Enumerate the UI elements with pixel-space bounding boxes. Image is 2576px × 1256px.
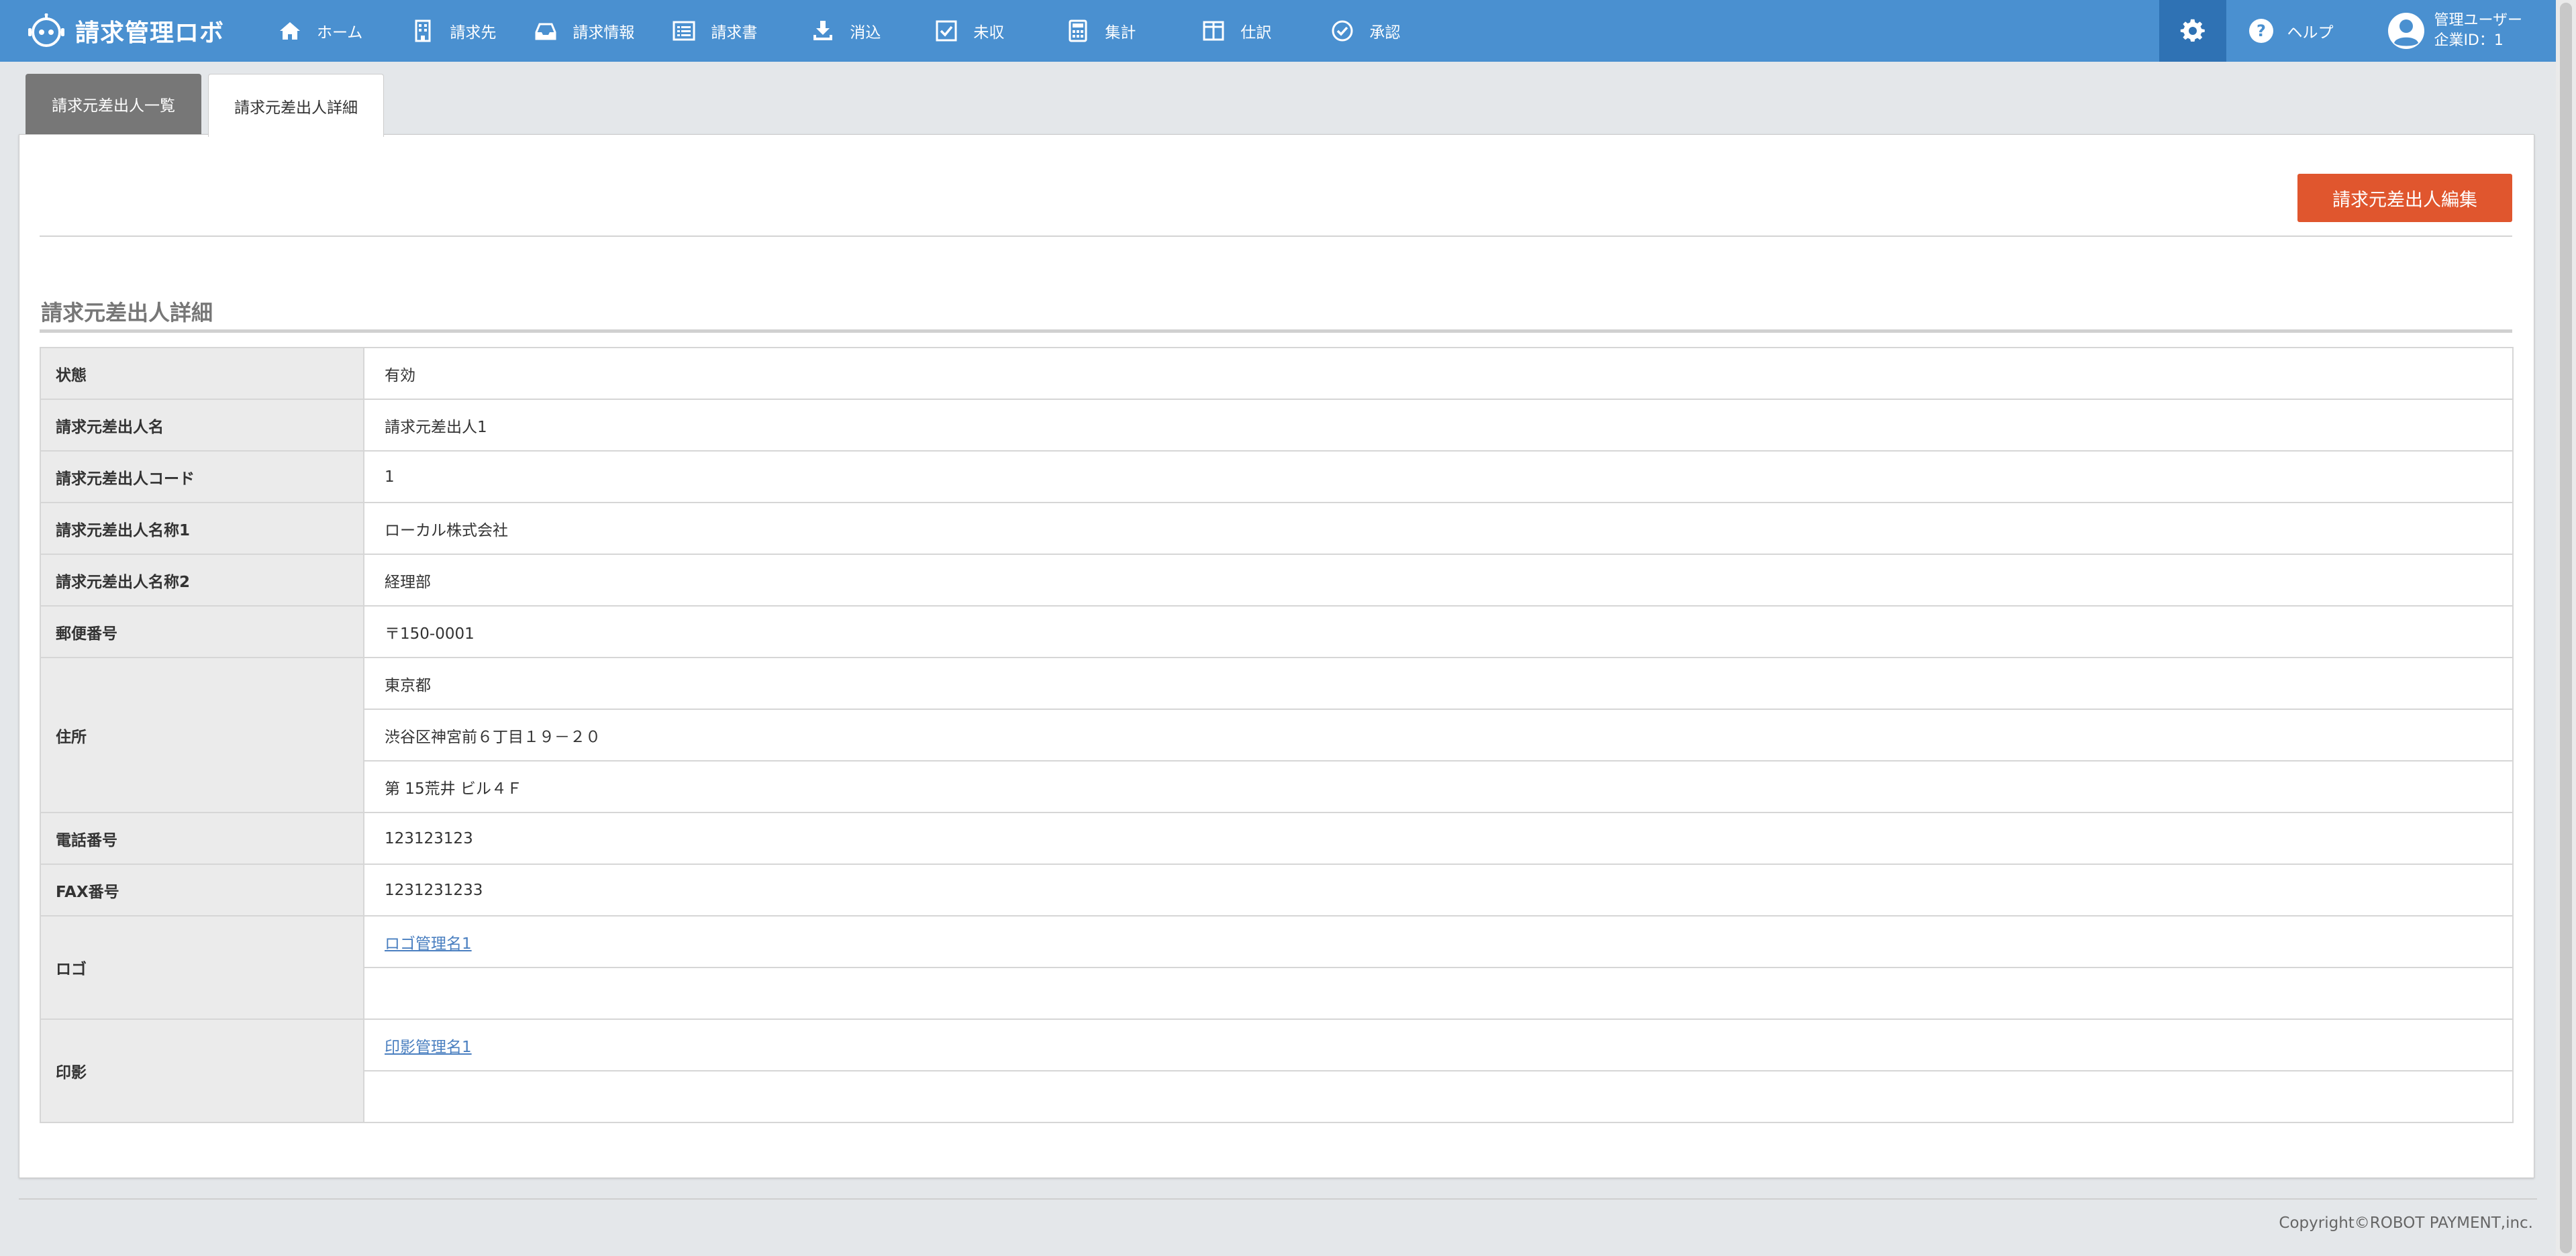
settings-button[interactable] [2159, 0, 2227, 62]
row-label-zip: 郵便番号 [40, 605, 364, 658]
table-row: 電話番号 123123123 [40, 812, 2514, 865]
table-row: 状態 有効 [40, 347, 2514, 400]
row-value-status: 有効 [363, 347, 2514, 400]
columns-icon [1203, 21, 1224, 41]
nav-label: 消込 [850, 24, 881, 42]
row-label-status: 状態 [40, 347, 364, 400]
row-value-stamp: 印影管理名1 [363, 1018, 2514, 1071]
row-label-title2: 請求元差出人名称2 [40, 554, 364, 607]
svg-text:?: ? [2257, 21, 2266, 40]
nav-label: 集計 [1105, 24, 1136, 42]
row-label-title1: 請求元差出人名称1 [40, 502, 364, 555]
user-menu[interactable]: 管理ユーザー 企業ID：1 [2387, 11, 2522, 51]
nav-item-billing-info[interactable]: 請求情報 [534, 0, 634, 62]
row-label-name: 請求元差出人名 [40, 399, 364, 452]
nav-item-summary[interactable]: 集計 [1066, 0, 1136, 62]
nav-label: 未収 [973, 24, 1005, 42]
row-label-phone: 電話番号 [40, 812, 364, 865]
row-value-fax: 1231231233 [363, 863, 2514, 917]
question-circle-icon: ? [2249, 19, 2274, 43]
help-link[interactable]: ? ヘルプ [2248, 17, 2333, 44]
home-icon [280, 22, 300, 40]
tab-sender-detail[interactable]: 請求元差出人詳細 [208, 74, 384, 137]
nav-item-reconcile[interactable]: 消込 [811, 0, 881, 62]
table-row: 印影 印影管理名1 [40, 1018, 2514, 1123]
table-row: 請求元差出人名称1 ローカル株式会社 [40, 502, 2514, 555]
header-right: ? ヘルプ 管理ユーザー 企業ID：1 [2159, 0, 2556, 62]
building-icon [415, 19, 431, 42]
row-label-fax: FAX番号 [40, 863, 364, 917]
user-avatar-icon [2388, 13, 2425, 49]
company-id: 企業ID：1 [2434, 32, 2504, 49]
inbox-icon [535, 23, 556, 40]
robot-logo-icon [28, 13, 64, 47]
row-value-zip: 〒150-0001 [363, 605, 2514, 658]
logo-text: 請求管理ロボ [75, 19, 225, 47]
divider [40, 235, 2512, 237]
calculator-icon [1069, 19, 1087, 42]
footer-divider [19, 1198, 2537, 1200]
top-header: 請求管理ロボ ホーム 請求先 請求情報 請求書 消込 未収 集計 仕訳 承認 ?… [0, 0, 2556, 62]
scrollbar-thumb[interactable] [2560, 3, 2572, 1253]
row-value-address-prefecture: 東京都 [363, 657, 2514, 710]
row-value-logo: ロゴ管理名1 [363, 915, 2514, 968]
download-icon [813, 21, 833, 40]
detail-panel: 請求元差出人編集 請求元差出人詳細 状態 有効 請求元差出人名 請求元差出人1 … [19, 134, 2534, 1178]
nav-label: 請求情報 [573, 24, 635, 42]
nav-label: ホーム [317, 24, 363, 42]
app-logo[interactable]: 請求管理ロボ [27, 0, 255, 62]
nav-item-approval[interactable]: 承認 [1330, 0, 1400, 62]
main-nav: ホーム 請求先 請求情報 請求書 消込 未収 集計 仕訳 承認 [255, 0, 1400, 62]
row-label-stamp: 印影 [40, 1018, 364, 1123]
row-value-address-street: 渋谷区神宮前６丁目１９－２０ [363, 709, 2514, 762]
table-row: 請求元差出人名 請求元差出人1 [40, 399, 2514, 452]
edit-sender-button[interactable]: 請求元差出人編集 [2297, 174, 2512, 222]
user-info: 管理ユーザー 企業ID：1 [2434, 11, 2522, 51]
row-value-title1: ローカル株式会社 [363, 502, 2514, 555]
gear-icon [2181, 19, 2206, 42]
table-row: 請求元差出人名称2 経理部 [40, 554, 2514, 607]
nav-item-billing-destination[interactable]: 請求先 [411, 0, 496, 62]
help-label: ヘルプ [2287, 24, 2334, 42]
row-label-code: 請求元差出人コード [40, 450, 364, 503]
table-row: 渋谷区神宮前６丁目１９－２０ [40, 709, 2514, 762]
check-circle-icon [1332, 20, 1353, 42]
row-value-code: 1 [363, 450, 2514, 503]
list-icon [673, 21, 695, 41]
stamp-link[interactable]: 印影管理名1 [385, 1039, 472, 1056]
nav-label: 請求書 [711, 24, 758, 42]
table-row: 住所 東京都 [40, 657, 2514, 813]
nav-label: 承認 [1369, 24, 1401, 42]
row-label-logo: ロゴ [40, 915, 364, 1020]
row-label-address: 住所 [40, 657, 364, 813]
checkbox-icon [936, 20, 957, 42]
nav-item-invoice[interactable]: 請求書 [672, 0, 757, 62]
nav-label: 仕訳 [1240, 24, 1272, 42]
table-row: FAX番号 1231231233 [40, 863, 2514, 917]
row-value-address-building: 第 15荒井 ビル４Ｆ [363, 760, 2514, 813]
table-row: 請求元差出人コード 1 [40, 450, 2514, 503]
detail-table: 状態 有効 請求元差出人名 請求元差出人1 請求元差出人コード 1 請求元差出人… [40, 347, 2514, 1123]
section-title: 請求元差出人詳細 [41, 300, 213, 325]
table-row: 郵便番号 〒150-0001 [40, 605, 2514, 658]
vertical-scrollbar[interactable] [2556, 0, 2576, 1256]
table-row [40, 967, 2514, 1020]
table-row: ロゴ ロゴ管理名1 [40, 915, 2514, 1020]
row-value-stamp-empty [363, 1070, 2514, 1123]
section-underline [40, 329, 2512, 333]
copyright-text: Copyright©ROBOT PAYMENT,inc. [2279, 1214, 2533, 1232]
row-value-logo-empty [363, 967, 2514, 1020]
nav-item-home[interactable]: ホーム [278, 0, 362, 62]
tab-sender-list[interactable]: 請求元差出人一覧 [26, 74, 201, 134]
user-name: 管理ユーザー [2434, 12, 2522, 29]
table-row [40, 1070, 2514, 1123]
row-value-phone: 123123123 [363, 812, 2514, 865]
nav-label: 請求先 [450, 24, 497, 42]
logo-link[interactable]: ロゴ管理名1 [385, 935, 472, 953]
nav-item-journal[interactable]: 仕訳 [1201, 0, 1271, 62]
row-value-name: 請求元差出人1 [363, 399, 2514, 452]
row-value-title2: 経理部 [363, 554, 2514, 607]
nav-item-unpaid[interactable]: 未収 [934, 0, 1004, 62]
table-row: 第 15荒井 ビル４Ｆ [40, 760, 2514, 813]
